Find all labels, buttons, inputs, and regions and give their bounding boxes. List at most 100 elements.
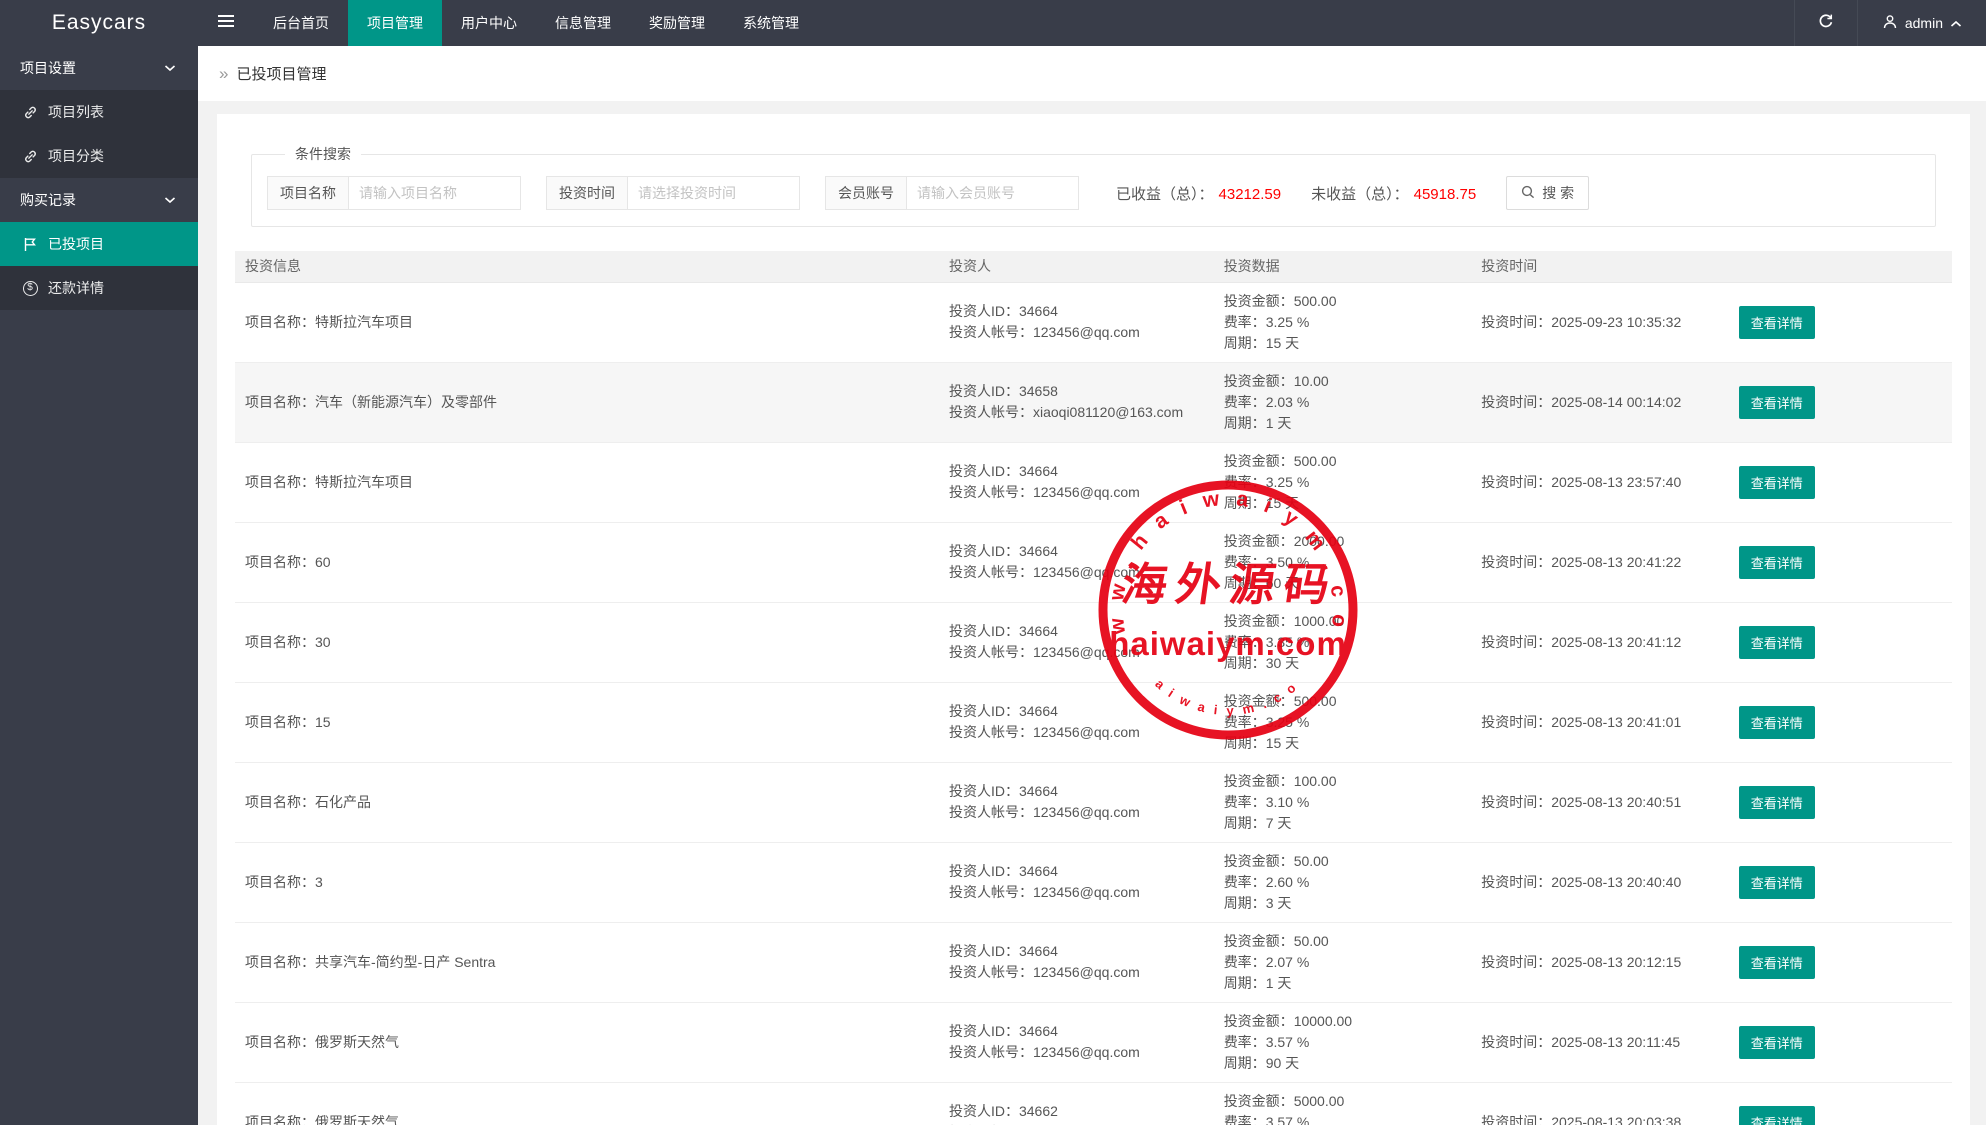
view-detail-button[interactable]: 查看详情	[1739, 386, 1815, 419]
amount-line: 投资金额：500.00	[1224, 291, 1462, 312]
search-input-3[interactable]	[907, 176, 1079, 210]
view-detail-button[interactable]: 查看详情	[1739, 1026, 1815, 1059]
nav-item-4[interactable]: 信息管理	[536, 0, 630, 46]
text: 项目名称：	[245, 474, 315, 490]
chevron-down-icon	[162, 196, 178, 204]
text: 投资金额：	[1224, 293, 1294, 309]
table-row[interactable]: 项目名称：俄罗斯天然气投资人ID：34662投资人帐号：y0mhaw119@sw…	[235, 1082, 1952, 1125]
text: 2.60 %	[1266, 874, 1310, 890]
cell-action: 查看详情	[1729, 922, 1952, 1002]
view-detail-button[interactable]: 查看详情	[1739, 706, 1815, 739]
sidebar-group-1[interactable]: 项目设置	[0, 46, 198, 90]
investor-id-line: 投资人ID：34664	[949, 1021, 1204, 1042]
text: 3	[315, 874, 323, 890]
text: 34664	[1019, 623, 1058, 639]
view-detail-button[interactable]: 查看详情	[1739, 546, 1815, 579]
cell-time: 投资时间：2025-08-13 20:41:22	[1471, 522, 1729, 602]
text: 2025-08-13 20:03:38	[1551, 1114, 1681, 1125]
table-row[interactable]: 项目名称：石化产品投资人ID：34664投资人帐号：123456@qq.com投…	[235, 762, 1952, 842]
text: 投资人帐号：	[949, 564, 1033, 580]
cell-invest-data: 投资金额：500.00费率：3.25 %周期：15 天	[1214, 442, 1472, 522]
cell-action: 查看详情	[1729, 842, 1952, 922]
project-line: 项目名称：30	[245, 632, 929, 653]
cell-time: 投资时间：2025-08-13 20:41:12	[1471, 602, 1729, 682]
text: 投资时间：	[1481, 1114, 1551, 1125]
nav-item-3[interactable]: 用户中心	[442, 0, 536, 46]
text: 费率：	[1224, 874, 1266, 890]
search-button[interactable]: 搜 索	[1506, 176, 1589, 210]
text: 周期：	[1224, 655, 1266, 671]
investor-account-line: 投资人帐号：123456@qq.com	[949, 1042, 1204, 1063]
amount-line: 投资金额：500.00	[1224, 691, 1462, 712]
nav-item-1[interactable]: 后台首页	[254, 0, 348, 46]
view-detail-button[interactable]: 查看详情	[1739, 306, 1815, 339]
view-detail-button[interactable]: 查看详情	[1739, 626, 1815, 659]
project-line: 项目名称：60	[245, 552, 929, 573]
table-row[interactable]: 项目名称：共享汽车-简约型-日产 Sentra投资人ID：34664投资人帐号：…	[235, 922, 1952, 1002]
text: 费率：	[1224, 954, 1266, 970]
text: 投资人帐号：	[949, 644, 1033, 660]
investor-account-line: 投资人帐号：123456@qq.com	[949, 802, 1204, 823]
text: 汽车（新能源汽车）及零部件	[315, 394, 497, 410]
table-row[interactable]: 项目名称：汽车（新能源汽车）及零部件投资人ID：34658投资人帐号：xiaoq…	[235, 362, 1952, 442]
text: 123456@qq.com	[1033, 644, 1140, 660]
view-detail-button[interactable]: 查看详情	[1739, 786, 1815, 819]
text: 周期：	[1224, 895, 1266, 911]
cell-action: 查看详情	[1729, 442, 1952, 522]
cell-project: 项目名称：3	[235, 842, 939, 922]
cell-time: 投资时间：2025-08-13 20:40:40	[1471, 842, 1729, 922]
search-input-1[interactable]	[349, 176, 521, 210]
text: 34664	[1019, 783, 1058, 799]
cycle-line: 周期：15 天	[1224, 333, 1462, 354]
cell-invest-data: 投资金额：5000.00费率：3.57 %周期：90 天	[1214, 1082, 1472, 1125]
text: 2.03 %	[1266, 394, 1310, 410]
view-detail-button[interactable]: 查看详情	[1739, 866, 1815, 899]
text: 2025-08-13 20:11:45	[1551, 1034, 1680, 1050]
view-detail-button[interactable]: 查看详情	[1739, 1106, 1815, 1125]
table-row[interactable]: 项目名称：特斯拉汽车项目投资人ID：34664投资人帐号：123456@qq.c…	[235, 282, 1952, 362]
search-form-row: 项目名称投资时间会员账号 已收益（总）：43212.59 未收益（总）：4591…	[267, 176, 1920, 210]
search-input-2[interactable]	[628, 176, 800, 210]
refresh-button[interactable]	[1794, 0, 1858, 46]
text: 投资时间：	[1481, 314, 1551, 330]
nav-item-5[interactable]: 奖励管理	[630, 0, 724, 46]
amount-line: 投资金额：2000.00	[1224, 531, 1462, 552]
table-row[interactable]: 项目名称：俄罗斯天然气投资人ID：34664投资人帐号：123456@qq.co…	[235, 1002, 1952, 1082]
search-button-label: 搜 索	[1542, 183, 1574, 203]
table-row[interactable]: 项目名称：60投资人ID：34664投资人帐号：123456@qq.com投资金…	[235, 522, 1952, 602]
sidebar-item-label: 已投项目	[48, 234, 104, 254]
amount-line: 投资金额：5000.00	[1224, 1091, 1462, 1112]
view-detail-button[interactable]: 查看详情	[1739, 946, 1815, 979]
table-row[interactable]: 项目名称：特斯拉汽车项目投资人ID：34664投资人帐号：123456@qq.c…	[235, 442, 1952, 522]
sidebar-item-5[interactable]: 已投项目	[0, 222, 198, 266]
user-menu[interactable]: admin	[1858, 0, 1986, 46]
table-row[interactable]: 项目名称：30投资人ID：34664投资人帐号：123456@qq.com投资金…	[235, 602, 1952, 682]
sidebar-item-6[interactable]: $还款详情	[0, 266, 198, 310]
text: 15 天	[1266, 735, 1299, 751]
text: 123456@qq.com	[1033, 724, 1140, 740]
menu-toggle-button[interactable]	[198, 0, 254, 46]
table-row[interactable]: 项目名称：15投资人ID：34664投资人帐号：123456@qq.com投资金…	[235, 682, 1952, 762]
received-total-label: 已收益（总）：	[1116, 186, 1214, 203]
text: 项目名称：	[245, 874, 315, 890]
nav-item-6[interactable]: 系统管理	[724, 0, 818, 46]
rate-line: 费率：3.25 %	[1224, 312, 1462, 333]
view-detail-button[interactable]: 查看详情	[1739, 466, 1815, 499]
text: 投资人帐号：	[949, 884, 1033, 900]
table-row[interactable]: 项目名称：3投资人ID：34664投资人帐号：123456@qq.com投资金额…	[235, 842, 1952, 922]
sidebar-group-4[interactable]: 购买记录	[0, 178, 198, 222]
nav-item-2[interactable]: 项目管理	[348, 0, 442, 46]
col-header-investor: 投资人	[939, 251, 1214, 282]
sidebar-item-3[interactable]: 项目分类	[0, 134, 198, 178]
unreceived-total-label: 未收益（总）：	[1311, 186, 1409, 203]
text: 费率：	[1224, 634, 1266, 650]
sidebar-item-2[interactable]: 项目列表	[0, 90, 198, 134]
col-header-invest-info: 投资信息	[235, 251, 939, 282]
amount-line: 投资金额：10000.00	[1224, 1011, 1462, 1032]
cell-project: 项目名称：石化产品	[235, 762, 939, 842]
text: 2025-08-13 23:57:40	[1551, 474, 1681, 490]
cell-action: 查看详情	[1729, 762, 1952, 842]
cell-time: 投资时间：2025-08-13 20:11:45	[1471, 1002, 1729, 1082]
text: 投资人ID：	[949, 703, 1019, 719]
search-panel: 条件搜索 项目名称投资时间会员账号 已收益（总）：43212.59 未收益（总）…	[251, 144, 1936, 227]
